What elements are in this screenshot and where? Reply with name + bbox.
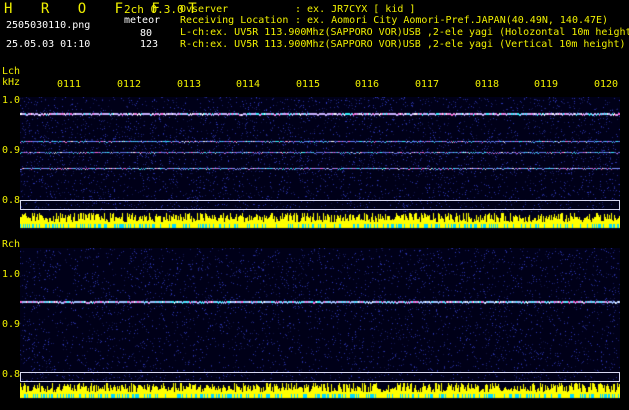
meteor-count-rch: 123 — [140, 39, 159, 50]
meteor-label: meteor — [124, 15, 161, 26]
time-label: 0114 — [236, 79, 261, 90]
rch-y-label: 0.8 — [2, 369, 21, 380]
lch-label: Lch — [2, 66, 21, 77]
time-label: 0112 — [117, 79, 142, 90]
rch-y-label: 0.9 — [2, 319, 21, 330]
rch-y-label: 1.0 — [2, 269, 21, 280]
lch-y-label: 1.0 — [2, 95, 21, 106]
observer-label: Ovserver — [180, 4, 229, 15]
lch-info: L-ch:ex. UV5R 113.900Mhz(SAPPORO VOR)USB… — [180, 27, 629, 38]
filename-label: 2505030110.png — [6, 20, 91, 31]
lch-spectrogram — [20, 97, 620, 230]
time-label: 0113 — [177, 79, 202, 90]
mode-label: 2ch 0.3.0 — [124, 3, 184, 16]
time-label: 0119 — [534, 79, 559, 90]
lch-y-label: 0.9 — [2, 145, 21, 156]
location-value: : ex. Aomori City Aomori-Pref.JAPAN(40.4… — [295, 15, 609, 26]
rch-info: R-ch:ex. UV5R 113.900Mhz(SAPPORO VOR)USB… — [180, 39, 626, 50]
time-label: 0117 — [415, 79, 440, 90]
time-label: 0120 — [594, 79, 619, 90]
lch-unit: kHz — [2, 77, 21, 88]
rch-spectrogram — [20, 248, 620, 399]
rch-label: Rch — [2, 239, 21, 250]
time-label: 0116 — [355, 79, 380, 90]
time-label: 0118 — [475, 79, 500, 90]
location-label: Receiving Location — [180, 15, 289, 26]
lch-y-label: 0.8 — [2, 195, 21, 206]
time-label: 0111 — [57, 79, 82, 90]
observer-value: : ex. JR7CYX [ kid ] — [295, 4, 416, 15]
time-label: 0115 — [296, 79, 321, 90]
datetime-label: 25.05.03 01:10 — [6, 39, 91, 50]
meteor-count-lch: 80 — [140, 28, 153, 39]
